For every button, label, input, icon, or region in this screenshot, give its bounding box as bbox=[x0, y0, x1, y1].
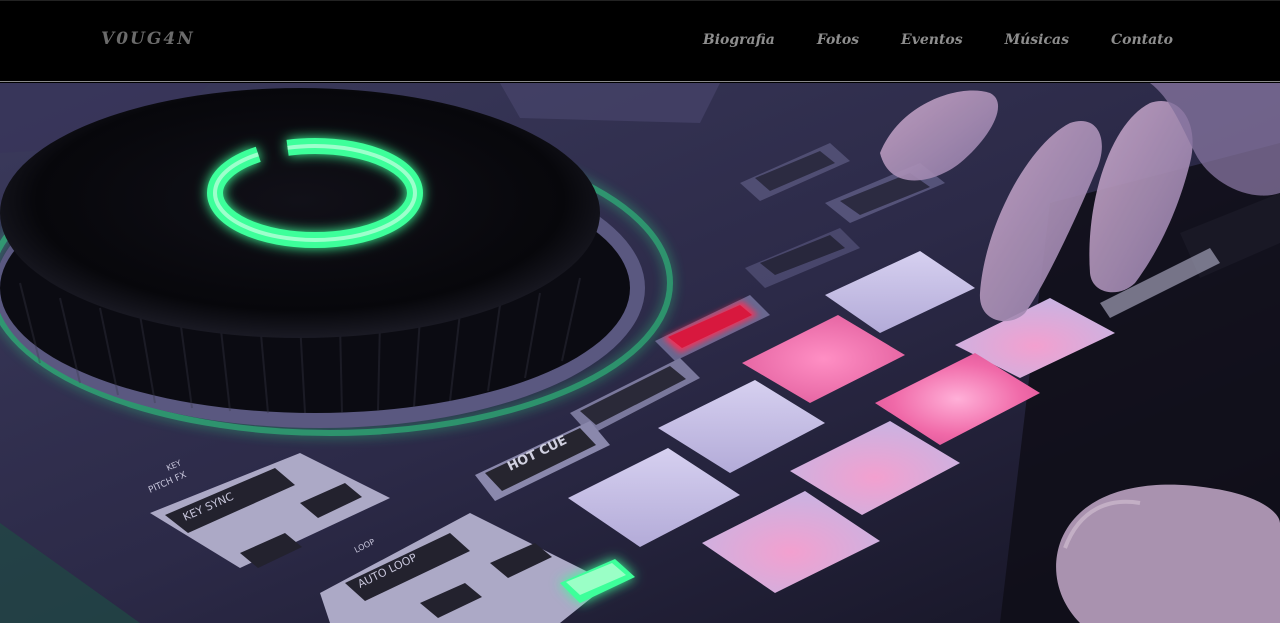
main-nav: Biografia Fotos Eventos Músicas Contato bbox=[661, 32, 1173, 48]
nav-link-fotos[interactable]: Fotos bbox=[817, 32, 859, 48]
dj-controller-illustration: HOT CUE KEY SYNC PITCH FX KEY AUTO LOOP … bbox=[0, 83, 1280, 623]
site-header: V0UG4N Biografia Fotos Eventos Músicas C… bbox=[0, 0, 1280, 82]
nav-link-eventos[interactable]: Eventos bbox=[901, 32, 963, 48]
site-logo[interactable]: V0UG4N bbox=[101, 29, 195, 49]
nav-link-biografia[interactable]: Biografia bbox=[703, 32, 775, 48]
nav-link-contato[interactable]: Contato bbox=[1111, 32, 1173, 48]
hero-image: HOT CUE KEY SYNC PITCH FX KEY AUTO LOOP … bbox=[0, 83, 1280, 623]
nav-link-musicas[interactable]: Músicas bbox=[1005, 32, 1069, 48]
